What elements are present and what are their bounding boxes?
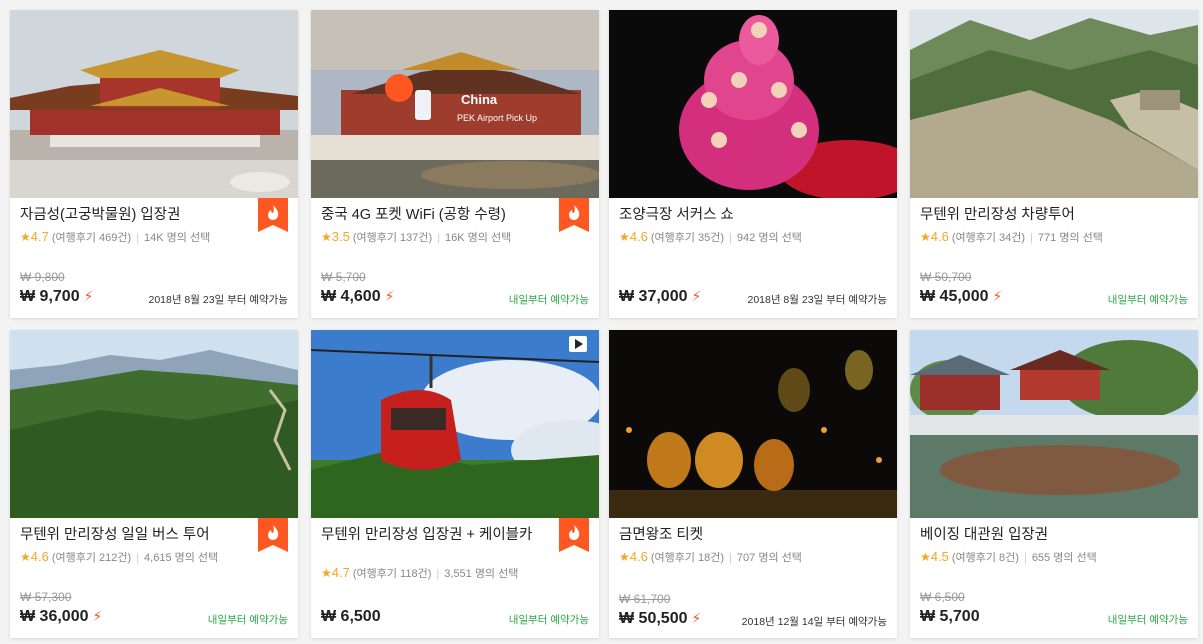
lightning-icon: ⚡ bbox=[992, 288, 1003, 304]
product-image[interactable] bbox=[311, 330, 599, 518]
product-image[interactable] bbox=[910, 330, 1198, 518]
product-title[interactable]: 금면왕조 티켓 bbox=[619, 526, 851, 545]
sale-price: ₩ 45,000 ⚡ bbox=[920, 288, 1003, 305]
rating-row: ★3.5 (여행후기 137건) | 16K 명의 선택 bbox=[321, 229, 512, 244]
availability-text: 2018년 8월 23일 부터 예약가능 bbox=[148, 294, 289, 306]
hot-badge bbox=[559, 518, 589, 552]
availability-text: 2018년 12월 14일 부터 예약가능 bbox=[741, 616, 887, 628]
product-title[interactable]: 무텐위 만리장성 일일 버스 투어 bbox=[20, 526, 252, 545]
rating-row: ★4.6 (여행후기 35건) | 942 명의 선택 bbox=[619, 229, 802, 244]
product-card-pocket-wifi[interactable]: China PEK Airport Pick Up 중국 4G 포켓 WiFi … bbox=[311, 10, 599, 318]
fire-icon bbox=[559, 198, 589, 232]
original-price: ₩ 5,700 bbox=[321, 270, 366, 284]
original-price: ₩ 9,800 bbox=[20, 270, 65, 284]
rating-row: ★4.6 (여행후기 212건) | 4,615 명의 선택 bbox=[20, 549, 219, 564]
product-image[interactable] bbox=[10, 330, 298, 518]
sale-price: ₩ 6,500 bbox=[321, 608, 381, 625]
rating-row: ★4.7 (여행후기 469건) | 14K 명의 선택 bbox=[20, 229, 211, 244]
sale-price: ₩ 50,500 ⚡ bbox=[619, 610, 702, 627]
sale-price: ₩ 5,700 bbox=[920, 608, 980, 625]
fire-icon bbox=[258, 198, 288, 232]
availability-text: 내일부터 예약가능 bbox=[1107, 294, 1188, 306]
original-price: ₩ 50,700 bbox=[920, 270, 972, 284]
product-title[interactable]: 자금성(고궁박물원) 입장권 bbox=[20, 206, 252, 225]
sale-price: ₩ 9,700 ⚡ bbox=[20, 288, 94, 305]
product-title[interactable]: 무텐위 만리장성 차량투어 bbox=[920, 206, 1152, 225]
sale-price: ₩ 37,000 ⚡ bbox=[619, 288, 702, 305]
product-title[interactable]: 조양극장 서커스 쇼 bbox=[619, 206, 851, 225]
availability-text: 2018년 8월 23일 부터 예약가능 bbox=[747, 294, 888, 306]
rating-row: ★4.6 (여행후기 18건) | 707 명의 선택 bbox=[619, 549, 802, 564]
fire-icon bbox=[559, 518, 589, 552]
original-price: ₩ 6,500 bbox=[920, 590, 965, 604]
hot-badge bbox=[559, 198, 589, 232]
product-card-forbidden-city[interactable]: 자금성(고궁박물원) 입장권 ★4.7 (여행후기 469건) | 14K 명의 선택… bbox=[10, 10, 298, 318]
sale-price: ₩ 4,600 ⚡ bbox=[321, 288, 395, 305]
product-card-mutianyu-cable-car[interactable]: 무텐위 만리장성 입장권 + 케이블카 ★4.7 (여행후기 118건) | 3,55… bbox=[311, 330, 599, 638]
lightning-icon: ⚡ bbox=[691, 610, 702, 626]
fire-icon bbox=[258, 518, 288, 552]
original-price: ₩ 57,300 bbox=[20, 590, 72, 604]
availability-text: 내일부터 예약가능 bbox=[1107, 614, 1188, 626]
hot-badge bbox=[258, 518, 288, 552]
product-image[interactable] bbox=[910, 10, 1198, 198]
rating-row: ★4.7 (여행후기 118건) | 3,551 명의 선택 bbox=[321, 565, 519, 580]
star-icon: ★ bbox=[619, 550, 630, 564]
hot-badge bbox=[258, 198, 288, 232]
availability-text: 내일부터 예약가능 bbox=[508, 294, 589, 306]
lightning-icon: ⚡ bbox=[384, 288, 395, 304]
product-card-mutianyu-car-tour[interactable]: 무텐위 만리장성 차량투어 ★4.6 (여행후기 34건) | 771 명의 선택 ₩… bbox=[910, 10, 1198, 318]
availability-text: 내일부터 예약가능 bbox=[508, 614, 589, 626]
product-card-circus-show[interactable]: 조양극장 서커스 쇼 ★4.6 (여행후기 35건) | 942 명의 선택 ₩ 37… bbox=[609, 10, 897, 318]
product-title[interactable]: 중국 4G 포켓 WiFi (공항 수령) bbox=[321, 206, 553, 225]
star-icon: ★ bbox=[920, 550, 931, 564]
availability-text: 내일부터 예약가능 bbox=[207, 614, 288, 626]
product-image[interactable] bbox=[609, 10, 897, 198]
original-price: ₩ 61,700 bbox=[619, 592, 671, 606]
sale-price: ₩ 36,000 ⚡ bbox=[20, 608, 103, 625]
play-icon[interactable] bbox=[569, 336, 587, 352]
product-title[interactable]: 베이징 대관원 입장권 bbox=[920, 526, 1152, 545]
lightning-icon: ⚡ bbox=[83, 288, 94, 304]
lightning-icon: ⚡ bbox=[92, 608, 103, 624]
product-image[interactable] bbox=[10, 10, 298, 198]
product-card-grand-view-garden[interactable]: 베이징 대관원 입장권 ★4.5 (여행후기 8건) | 655 명의 선택 ₩ 6,… bbox=[910, 330, 1198, 638]
product-image[interactable] bbox=[609, 330, 897, 518]
lightning-icon: ⚡ bbox=[691, 288, 702, 304]
product-grid: 자금성(고궁박물원) 입장권 ★4.7 (여행후기 469건) | 14K 명의 선택… bbox=[0, 0, 1203, 644]
star-icon: ★ bbox=[321, 566, 332, 580]
rating-row: ★4.5 (여행후기 8건) | 655 명의 선택 bbox=[920, 549, 1097, 564]
star-icon: ★ bbox=[20, 230, 31, 244]
star-icon: ★ bbox=[619, 230, 630, 244]
star-icon: ★ bbox=[20, 550, 31, 564]
star-icon: ★ bbox=[920, 230, 931, 244]
product-card-mutianyu-bus-tour[interactable]: 무텐위 만리장성 일일 버스 투어 ★4.6 (여행후기 212건) | 4,615 … bbox=[10, 330, 298, 638]
overlay-subtitle: PEK Airport Pick Up bbox=[457, 113, 538, 123]
star-icon: ★ bbox=[321, 230, 332, 244]
overlay-title: China bbox=[461, 92, 498, 107]
product-card-golden-mask-dynasty[interactable]: 금면왕조 티켓 ★4.6 (여행후기 18건) | 707 명의 선택 ₩ 61,70… bbox=[609, 330, 897, 638]
product-title[interactable]: 무텐위 만리장성 입장권 + 케이블카 bbox=[321, 526, 553, 545]
rating-row: ★4.6 (여행후기 34건) | 771 명의 선택 bbox=[920, 229, 1103, 244]
product-image[interactable]: China PEK Airport Pick Up bbox=[311, 10, 599, 198]
